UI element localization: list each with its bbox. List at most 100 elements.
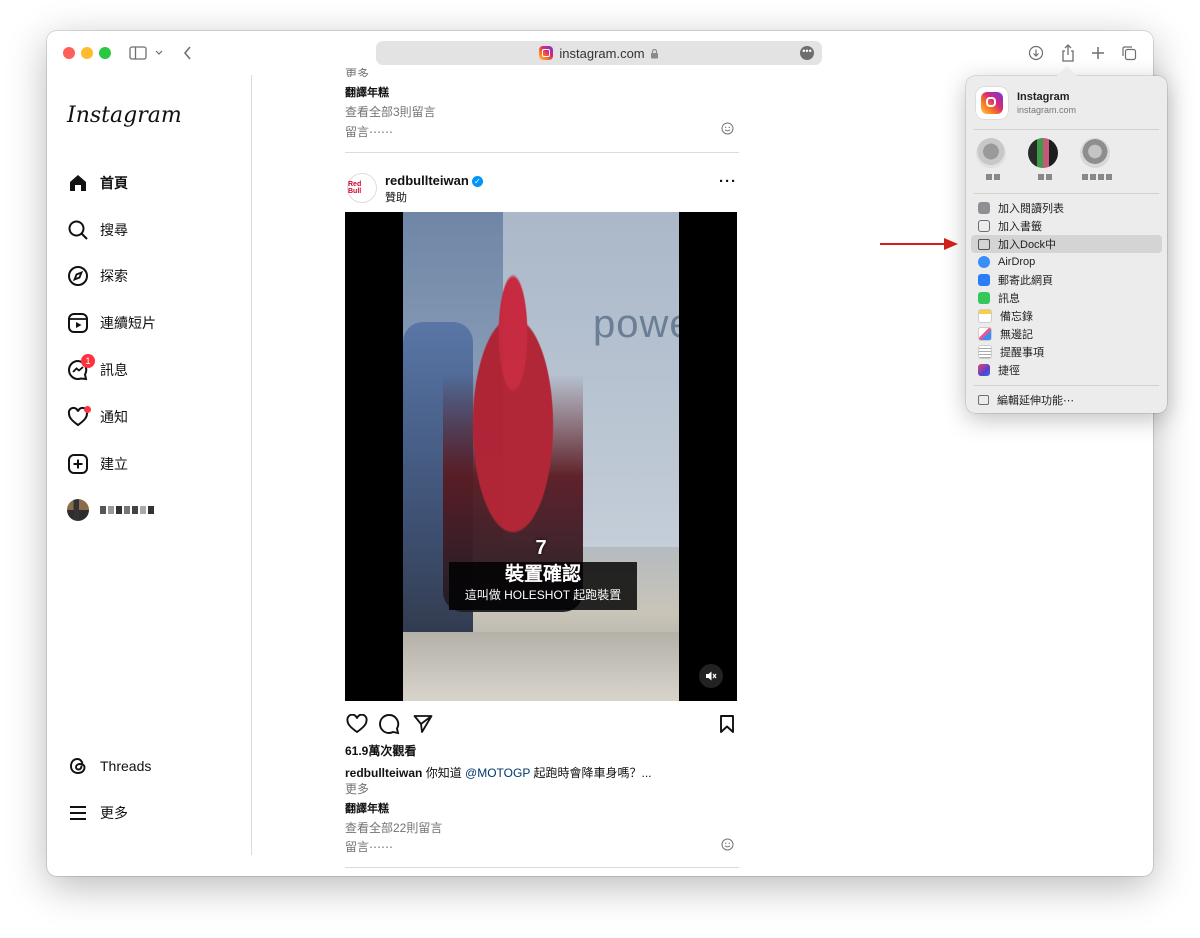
contact-name-pixelated xyxy=(1028,174,1062,180)
view-comments-link[interactable]: 查看全部22則留言 xyxy=(345,819,442,836)
post-video[interactable]: powe 7 裝置確認 這叫做 HOLESHOT 起跑裝置 xyxy=(345,212,737,701)
post-username[interactable]: redbullteiwan xyxy=(385,173,469,188)
search-icon xyxy=(67,219,89,241)
new-tab-icon[interactable] xyxy=(1088,41,1108,65)
menu-reminders[interactable]: 提醒事項 xyxy=(971,343,1162,361)
contact-1[interactable] xyxy=(976,138,1010,180)
caption-mention[interactable]: @MOTOGP xyxy=(465,766,530,780)
back-icon[interactable] xyxy=(179,41,195,65)
post-actions xyxy=(345,712,739,736)
sidebar-toggle-icon[interactable] xyxy=(127,41,149,65)
menu-add-to-dock[interactable]: 加入Dock中 xyxy=(971,235,1162,253)
video-wall-text: powe xyxy=(593,302,679,346)
verified-badge-icon: ✓ xyxy=(471,176,483,187)
menu-messages[interactable]: 訊息 xyxy=(971,289,1162,307)
heart-icon xyxy=(67,406,91,428)
post-header: Red Bull redbullteiwan ✓ 贊助 ··· xyxy=(345,171,739,204)
menu-freeform[interactable]: 無邊記 xyxy=(971,325,1162,343)
contact-3[interactable] xyxy=(1080,138,1114,180)
menu-mail[interactable]: 郵寄此網頁 xyxy=(971,271,1162,289)
nav-home[interactable]: 首頁 xyxy=(67,169,128,197)
address-bar[interactable]: instagram.com ••• xyxy=(376,41,822,65)
nav-search[interactable]: 搜尋 xyxy=(67,216,128,244)
video-frame: powe xyxy=(403,212,679,701)
nav-label: 通知 xyxy=(100,409,128,425)
send-icon[interactable] xyxy=(411,712,435,736)
tab-overview-icon[interactable] xyxy=(1119,41,1139,65)
home-icon xyxy=(67,172,89,194)
close-window-button[interactable] xyxy=(63,47,75,59)
instagram-logo[interactable]: Instagram xyxy=(67,103,182,128)
like-heart-icon[interactable] xyxy=(345,712,369,736)
save-bookmark-icon[interactable] xyxy=(715,712,739,736)
minimize-window-button[interactable] xyxy=(81,47,93,59)
video-caption-subtitle: 這叫做 HOLESHOT 起跑裝置 xyxy=(464,588,622,602)
shortcuts-icon xyxy=(978,364,990,376)
nav-create[interactable]: 建立 xyxy=(67,450,128,478)
browser-toolbar: instagram.com ••• xyxy=(47,31,1153,75)
emoji-icon[interactable] xyxy=(721,122,734,140)
reels-icon xyxy=(67,312,89,334)
nav-more[interactable]: 更多 xyxy=(67,799,128,827)
caption-username[interactable]: redbullteiwan xyxy=(345,766,422,780)
nav-profile[interactable] xyxy=(67,496,154,524)
redbull-avatar[interactable]: Red Bull xyxy=(347,173,377,203)
freeform-icon xyxy=(978,327,992,341)
nav-explore[interactable]: 探索 xyxy=(67,262,128,290)
contact-2[interactable] xyxy=(1028,138,1062,180)
plus-square-icon xyxy=(67,453,89,475)
messenger-icon: 1 xyxy=(67,354,95,381)
menu-airdrop[interactable]: AirDrop xyxy=(971,253,1162,271)
reading-list-icon xyxy=(978,202,990,214)
menu-add-reading-list[interactable]: 加入閱讀列表 xyxy=(971,199,1162,217)
post-username-row[interactable]: redbullteiwan ✓ xyxy=(385,173,483,188)
nav-label: 首頁 xyxy=(100,175,128,191)
post-divider xyxy=(345,152,739,153)
menu-item-label: 備忘錄 xyxy=(1000,311,1033,323)
contact-name-pixelated xyxy=(1080,174,1114,180)
feed: 更多 翻譯年糕 查看全部3則留言 留言⋯⋯ Red Bull redbullte… xyxy=(345,67,739,875)
share-app-name: Instagram xyxy=(1017,91,1070,103)
menu-notes[interactable]: 備忘錄 xyxy=(971,307,1162,325)
menu-item-label: 編輯延伸功能⋯ xyxy=(997,395,1074,407)
menu-edit-extensions[interactable]: 編輯延伸功能⋯ xyxy=(971,391,1162,409)
menu-item-label: 訊息 xyxy=(998,293,1020,305)
prev-translate-link[interactable]: 翻譯年糕 xyxy=(345,84,389,100)
caption-more-link[interactable]: 更多 xyxy=(345,780,369,797)
prev-more-link[interactable]: 更多 xyxy=(345,65,369,77)
annotation-arrow-icon xyxy=(880,238,958,250)
menu-item-label: 加入書籤 xyxy=(998,221,1042,233)
zoom-window-button[interactable] xyxy=(99,47,111,59)
prev-view-comments-link[interactable]: 查看全部3則留言 xyxy=(345,103,436,120)
threads-icon xyxy=(67,755,89,777)
contact-avatar xyxy=(1028,138,1058,168)
video-track xyxy=(403,632,679,701)
menu-divider xyxy=(974,193,1159,194)
emoji-icon[interactable] xyxy=(721,838,734,856)
nav-messages[interactable]: 1 訊息 xyxy=(67,354,128,384)
menu-shortcuts[interactable]: 捷徑 xyxy=(971,361,1162,379)
downloads-icon[interactable] xyxy=(1026,41,1046,65)
nav-threads[interactable]: Threads xyxy=(67,752,151,780)
dock-icon xyxy=(978,238,990,250)
airdrop-contacts xyxy=(976,138,1156,184)
video-caption-title: 裝置確認 xyxy=(504,564,581,585)
notes-icon xyxy=(978,309,992,323)
comment-input[interactable]: 留言⋯⋯ xyxy=(345,838,393,855)
nav-reels[interactable]: 連續短片 xyxy=(67,309,156,337)
translate-link[interactable]: 翻譯年糕 xyxy=(345,800,389,816)
nav-label: 探索 xyxy=(100,268,128,284)
menu-item-label: AirDrop xyxy=(998,256,1036,268)
share-icon[interactable] xyxy=(1058,41,1078,65)
menu-item-label: 無邊記 xyxy=(1000,329,1033,341)
chevron-down-icon[interactable] xyxy=(152,41,166,65)
mute-button[interactable] xyxy=(699,664,723,688)
more-options-icon[interactable]: ··· xyxy=(719,173,737,190)
comment-icon[interactable] xyxy=(377,712,401,736)
page-menu-icon[interactable]: ••• xyxy=(800,46,814,60)
contact-avatar xyxy=(976,138,1006,168)
prev-comment-input[interactable]: 留言⋯⋯ xyxy=(345,123,393,140)
nav-notifications[interactable]: 通知 xyxy=(67,403,128,431)
lock-icon xyxy=(650,48,659,59)
menu-add-bookmark[interactable]: 加入書籤 xyxy=(971,217,1162,235)
